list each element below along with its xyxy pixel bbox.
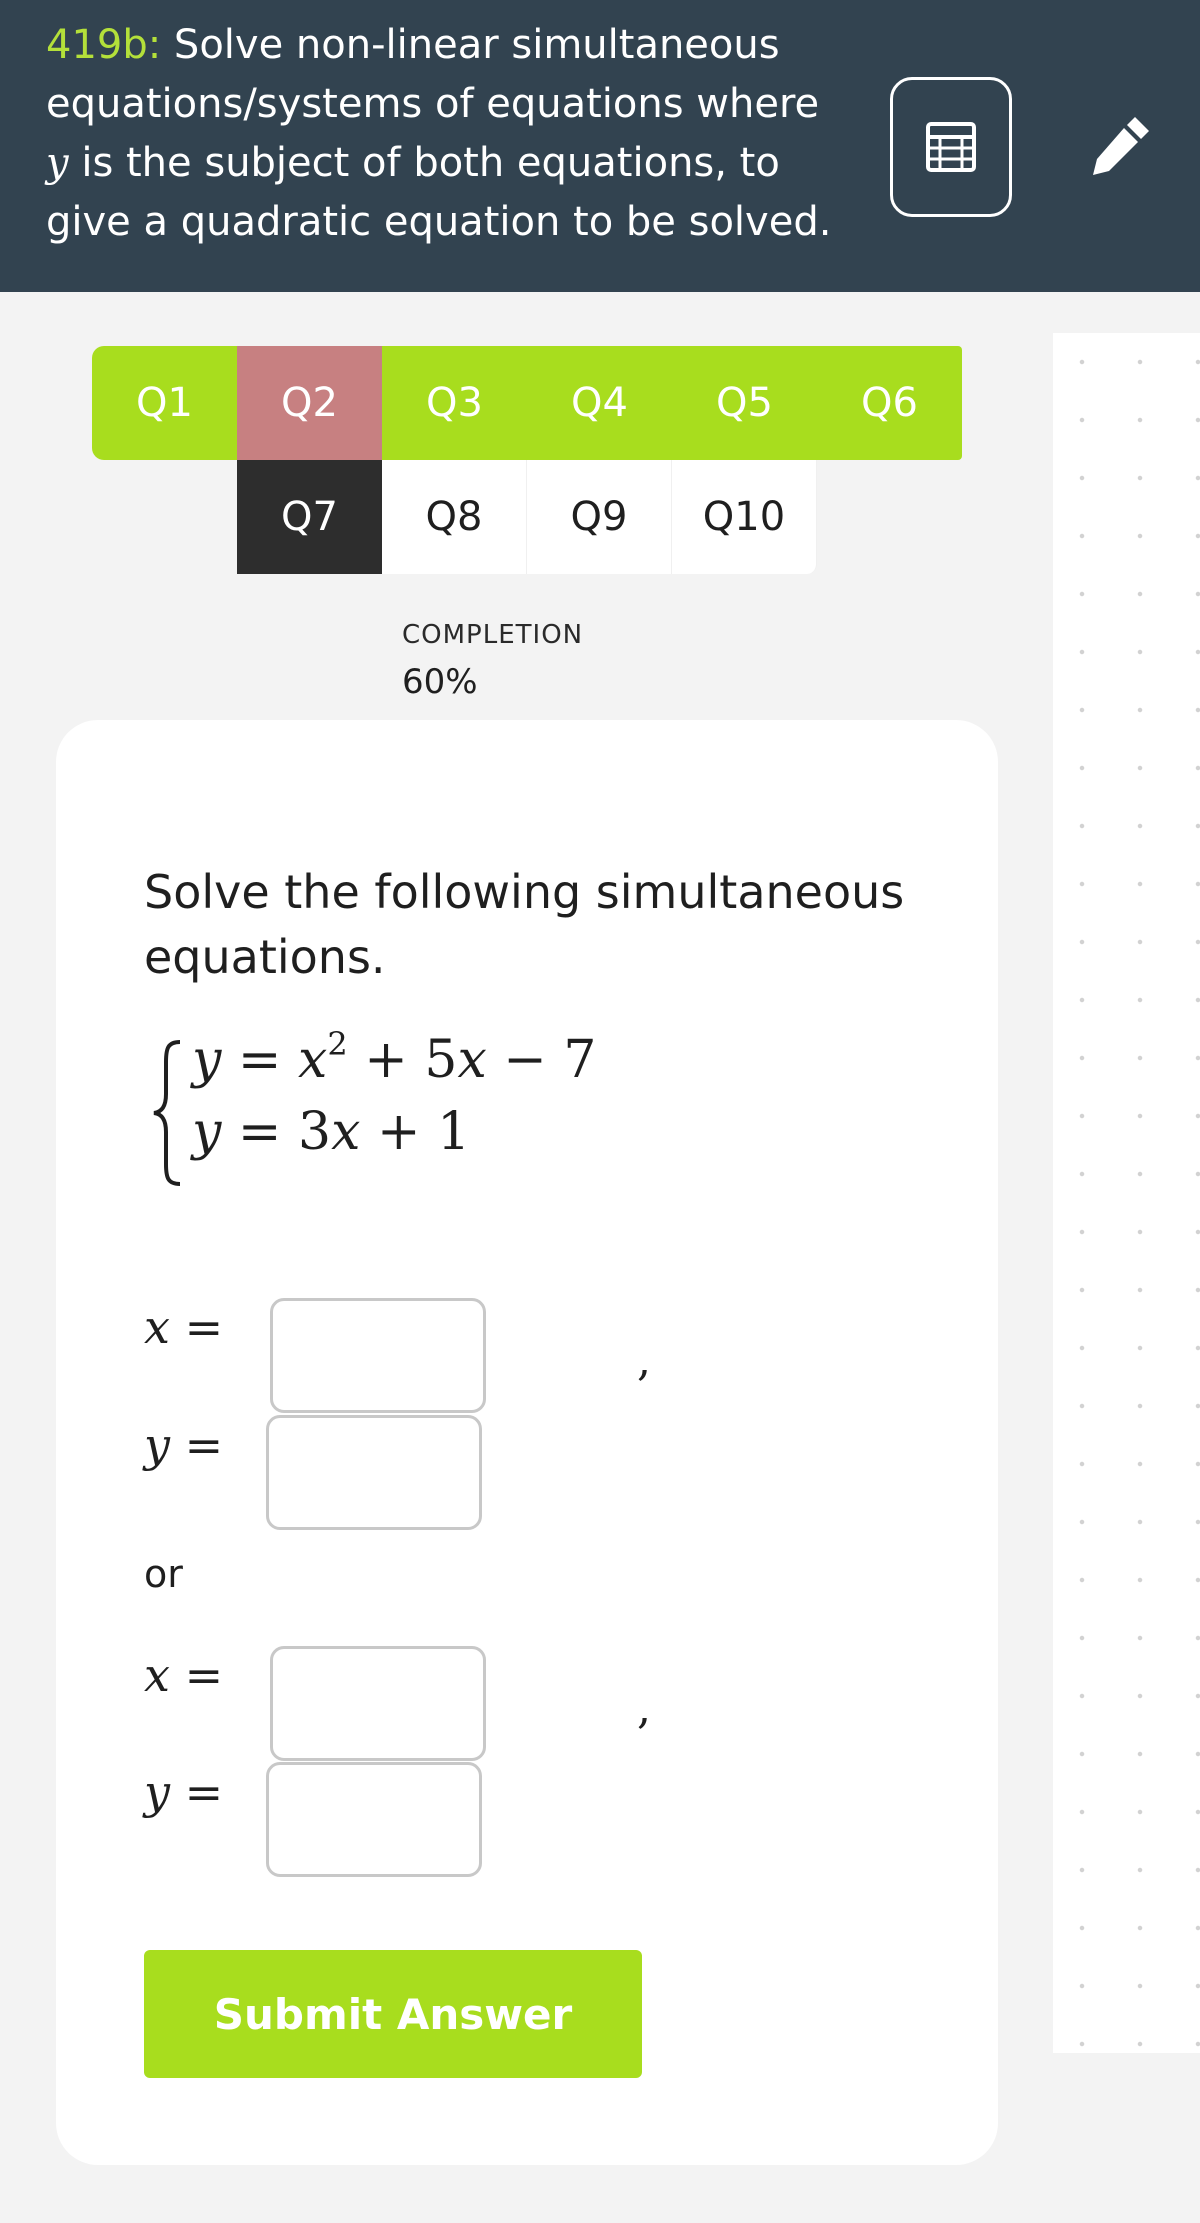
comma-1: ,: [637, 1335, 651, 1386]
tab-q8[interactable]: Q8: [382, 460, 527, 574]
calculator-icon: [926, 122, 976, 172]
y1-input[interactable]: [266, 1415, 482, 1530]
brace-icon: [153, 1040, 181, 1186]
title-variable: y: [46, 140, 69, 186]
tab-q4[interactable]: Q4: [527, 346, 672, 460]
x2-label: x =: [144, 1648, 224, 1702]
tab-q1[interactable]: Q1: [92, 346, 237, 460]
submit-answer-button[interactable]: Submit Answer: [144, 1950, 642, 2078]
pen-button[interactable]: [1085, 106, 1155, 186]
question-prompt: Solve the following simultaneous equatio…: [144, 865, 905, 984]
y2-label: y =: [144, 1765, 224, 1819]
or-separator: or: [144, 1552, 183, 1596]
x2-input[interactable]: [270, 1646, 486, 1761]
comma-2: ,: [637, 1683, 651, 1734]
x1-label: x =: [144, 1300, 224, 1354]
header-bar: 419b: Solve non-linear simultaneous equa…: [0, 0, 1200, 292]
tab-q2[interactable]: Q2: [237, 346, 382, 460]
tab-q5[interactable]: Q5: [672, 346, 817, 460]
page-title: 419b: Solve non-linear simultaneous equa…: [46, 16, 846, 252]
completion-label: COMPLETION: [402, 620, 584, 650]
equation-1: y = x2 + 5x − 7: [192, 1025, 597, 1090]
x1-input[interactable]: [270, 1298, 486, 1413]
tab-q3[interactable]: Q3: [382, 346, 527, 460]
completion-value: 60%: [402, 662, 478, 702]
tab-q6[interactable]: Q6: [817, 346, 962, 460]
tab-q9[interactable]: Q9: [527, 460, 672, 574]
dot-grid-panel: [1053, 333, 1200, 2053]
title-text-part1: Solve non-linear simultaneous equations/…: [46, 22, 820, 127]
objective-code: 419b:: [46, 22, 162, 68]
pen-icon: [1093, 117, 1149, 175]
title-text-part2: is the subject of both equations, to giv…: [46, 140, 832, 245]
y2-input[interactable]: [266, 1762, 482, 1877]
tab-q10[interactable]: Q10: [672, 460, 817, 574]
y1-label: y =: [144, 1418, 224, 1472]
calculator-button[interactable]: [890, 77, 1012, 217]
equation-2: y = 3x + 1: [192, 1102, 471, 1162]
completion-indicator: COMPLETION 60%: [402, 620, 583, 702]
tab-q7[interactable]: Q7: [237, 460, 382, 574]
